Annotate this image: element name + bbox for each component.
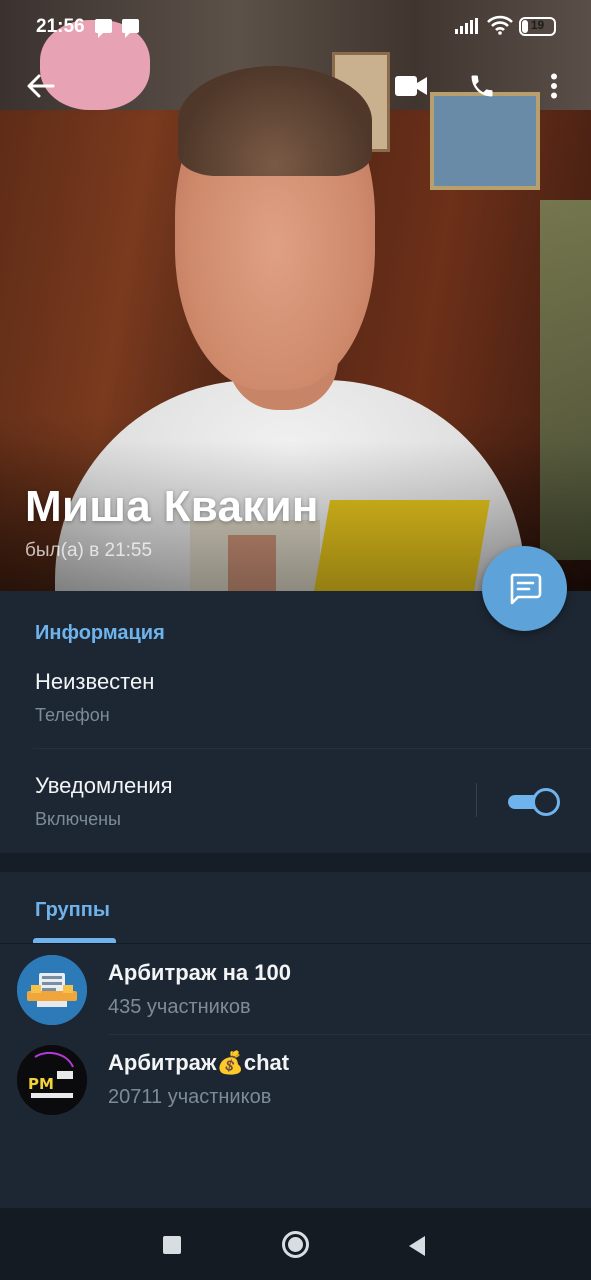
divider xyxy=(0,943,591,944)
message-icon xyxy=(510,573,541,604)
divider xyxy=(476,783,477,817)
phone-icon xyxy=(471,75,493,97)
section-gap xyxy=(0,853,591,872)
arrow-left-icon xyxy=(27,74,55,98)
square-icon[interactable] xyxy=(163,1236,181,1254)
monitor-icon xyxy=(17,955,87,1025)
groups-section: Группы Арбитраж на 100 435 участников PM… xyxy=(0,872,591,1208)
group-members: 20711 участников xyxy=(108,1086,272,1108)
back-button[interactable] xyxy=(17,62,65,110)
profile-name: Миша Квакин xyxy=(25,482,319,531)
group-title: Арбитраж на 100 xyxy=(108,960,291,985)
divider xyxy=(33,748,591,749)
more-vertical-icon xyxy=(551,73,557,99)
group-avatar-text: PM xyxy=(28,1075,54,1093)
group-members: 435 участников xyxy=(108,996,251,1018)
group-avatar: PM xyxy=(17,1045,87,1115)
phone-label: Телефон xyxy=(35,705,110,725)
status-time: 21:56 xyxy=(36,16,85,37)
profile-last-seen: был(а) в 21:55 xyxy=(25,540,153,561)
divider xyxy=(108,1034,591,1035)
call-button[interactable] xyxy=(458,62,506,110)
wifi-icon xyxy=(487,15,513,35)
info-section-title: Информация xyxy=(35,622,165,644)
battery-level: 19 xyxy=(530,18,545,32)
info-section: Информация Неизвестен Телефон Уведомлени… xyxy=(0,591,591,853)
video-call-button[interactable] xyxy=(387,62,435,110)
tab-groups[interactable]: Группы xyxy=(35,899,110,922)
message-icon xyxy=(122,19,139,38)
phone-value: Неизвестен xyxy=(35,669,155,694)
group-avatar xyxy=(17,955,87,1025)
system-nav-bar xyxy=(0,1208,591,1280)
group-title: Арбитраж💰chat xyxy=(108,1050,290,1075)
message-icon xyxy=(95,19,112,38)
notifications-label: Уведомления xyxy=(35,773,173,798)
circle-icon[interactable] xyxy=(282,1231,309,1258)
send-message-button[interactable] xyxy=(482,546,567,631)
chat-logo-icon: PM xyxy=(17,1045,87,1115)
triangle-back-icon[interactable] xyxy=(407,1235,427,1257)
status-bar: 21:56 19 xyxy=(0,0,591,54)
notifications-toggle[interactable] xyxy=(508,788,560,816)
more-options-button[interactable] xyxy=(530,62,578,110)
photo-person-hair xyxy=(178,66,372,176)
video-camera-icon xyxy=(395,76,427,96)
battery-icon: 19 xyxy=(519,17,556,36)
signal-icon xyxy=(455,18,478,34)
notifications-state: Включены xyxy=(35,809,121,829)
